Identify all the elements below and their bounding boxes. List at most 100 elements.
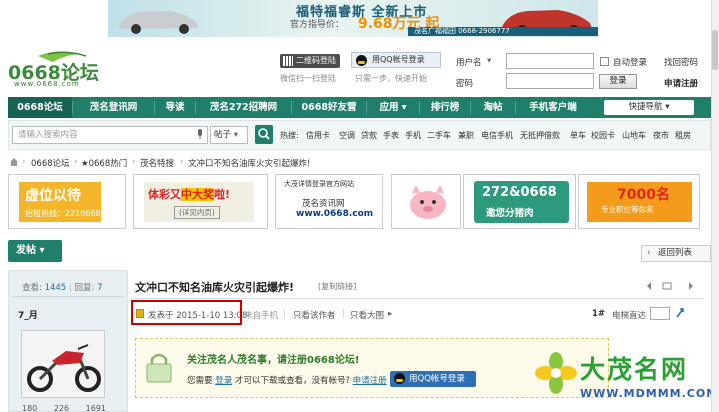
ad-lottery-title-c: 啦! bbox=[214, 188, 231, 201]
watermark-text: 大茂名网 bbox=[580, 355, 689, 384]
search-type-label: 帖子 bbox=[214, 130, 232, 140]
back-to-list-label: 返回列表 bbox=[658, 248, 693, 258]
breadcrumb-search[interactable]: 茂名特搜 bbox=[140, 157, 174, 169]
top-banner-ad[interactable]: 福特福睿斯 全新上市 官方指导价： 9.68万元 起 茂名广福福田 0668-2… bbox=[108, 0, 598, 37]
nav-item-apps[interactable]: 应用 ▾ bbox=[367, 97, 419, 118]
auto-login-label: 自动登录 bbox=[613, 58, 648, 68]
lock-icon bbox=[146, 353, 172, 383]
hot-search-item[interactable]: 手表 bbox=[383, 130, 399, 141]
hot-search-item[interactable]: 二手车 bbox=[427, 130, 451, 141]
qr-code-icon bbox=[283, 56, 293, 66]
copy-link-button[interactable]: [复制链接] bbox=[318, 281, 356, 292]
home-icon[interactable] bbox=[9, 157, 19, 166]
notice-qq-login-button[interactable]: 用QQ帐号登录 bbox=[390, 371, 476, 387]
ad-pork-title: 272&0668 bbox=[482, 185, 557, 200]
big-image-arrow-icon: ▸ bbox=[388, 309, 393, 319]
nav-item-guide[interactable]: 导读 bbox=[155, 97, 195, 118]
nav-item-jobs[interactable]: 茂名272招聘网 bbox=[196, 97, 291, 118]
qq-login-hint: 只需一步，快速开始 bbox=[355, 74, 427, 83]
microphone-icon[interactable] bbox=[197, 129, 203, 140]
nav-item-ranking[interactable]: 排行榜 bbox=[420, 97, 470, 118]
ad-maoming-url: www.0668.com bbox=[296, 209, 374, 219]
login-button[interactable]: 登录 bbox=[599, 74, 637, 89]
nav-item-friends[interactable]: 0668好友营 bbox=[292, 97, 366, 118]
notice-text-a: 您需要 bbox=[187, 376, 213, 386]
ad-slot-5[interactable]: 272&0668 邀您分猪肉 bbox=[463, 174, 576, 229]
hot-search-item[interactable]: 校园卡 bbox=[591, 130, 615, 141]
ad-slot-2[interactable]: 体彩又中大奖啦! (详见内页) bbox=[133, 174, 268, 229]
hot-search-item[interactable]: 无抵押借款 bbox=[520, 130, 560, 141]
username-label: 用户名 bbox=[456, 58, 482, 68]
search-icon bbox=[258, 128, 270, 140]
car-image bbox=[119, 11, 199, 34]
forgot-password-link[interactable]: 找回密码 bbox=[664, 56, 698, 68]
breadcrumb-hot[interactable]: ★0668热门 bbox=[81, 157, 127, 169]
watermark-url: WWW.MDMMM.COM bbox=[580, 387, 719, 400]
breadcrumb-separator: › bbox=[180, 157, 184, 167]
username-input[interactable] bbox=[506, 53, 594, 69]
qq-penguin-icon bbox=[394, 373, 405, 384]
ad-vacant-phone: 招租热线：2210668 bbox=[25, 209, 101, 218]
nav-item-mobile-client[interactable]: 手机客户端 bbox=[516, 97, 590, 118]
ad-slot-6[interactable]: 7000名 专业职位等你来 bbox=[578, 174, 700, 229]
big-image-link[interactable]: 只看大图 bbox=[350, 309, 384, 321]
search-type-select[interactable]: 帖子 ▾ bbox=[210, 126, 248, 144]
hot-search-item[interactable]: 手机 bbox=[405, 130, 421, 141]
search-input[interactable]: 请输入搜索内容 bbox=[12, 126, 208, 144]
nav-item-dengxun[interactable]: 茂名登讯网 bbox=[73, 97, 154, 118]
new-post-button[interactable]: 发帖 ▾ bbox=[8, 240, 62, 262]
arrow-left-icon bbox=[647, 282, 651, 290]
thread-title: 文冲口不知名油库火灾引起爆炸! bbox=[135, 281, 295, 294]
hot-search-item[interactable]: 空调 bbox=[339, 130, 355, 141]
author-name[interactable]: 7_月 bbox=[18, 308, 38, 321]
ad-slot-1[interactable]: 虚位以待 招租热线：2210668 bbox=[8, 174, 126, 229]
qr-login-label: 二维码登陆 bbox=[296, 56, 336, 65]
hot-search-item[interactable]: 电信手机 bbox=[481, 130, 513, 141]
breadcrumb-separator: › bbox=[22, 157, 26, 167]
back-to-list-button[interactable]: ‹ 返回列表 bbox=[641, 245, 711, 262]
hot-search-item[interactable]: 贷款 bbox=[361, 130, 377, 141]
qq-login-button[interactable]: 用QQ帐号登录 bbox=[351, 52, 441, 68]
notice-login-link[interactable]: 登录 bbox=[215, 376, 232, 386]
password-input[interactable] bbox=[506, 73, 594, 89]
scrollbar-thumb[interactable] bbox=[712, 30, 718, 70]
hot-search-item[interactable]: 租房 bbox=[675, 130, 691, 141]
hot-search-item[interactable]: 单车 bbox=[570, 130, 586, 141]
ad-maoming-line2: 茂名资讯网 bbox=[302, 199, 345, 209]
notice-qq-login-label: 用QQ帐号登录 bbox=[409, 374, 465, 384]
quick-nav-dropdown[interactable]: 快捷导航 ▾ bbox=[604, 100, 694, 115]
top-ad-strip: 茂名广福福田 0668-2906777 bbox=[408, 27, 598, 36]
breadcrumb-separator: › bbox=[132, 157, 136, 167]
floor-jump-label: 电梯直达 bbox=[612, 311, 647, 321]
author-stat: 226 bbox=[53, 404, 70, 412]
qr-login-button[interactable]: 二维码登陆 bbox=[280, 54, 340, 68]
author-stat: 1691 bbox=[85, 404, 107, 412]
ad-slot-3[interactable]: 大茂详情登录官方网站 茂名资讯网 www.0668.com bbox=[275, 174, 383, 229]
hot-search-item[interactable]: 信用卡 bbox=[306, 130, 330, 141]
username-dropdown-icon[interactable]: ▾ bbox=[487, 56, 491, 66]
only-author-link[interactable]: 只看该作者 bbox=[293, 309, 336, 321]
nav-item-taotie[interactable]: 淘帖 bbox=[471, 97, 515, 118]
avatar[interactable] bbox=[21, 330, 105, 398]
meta-divider: | bbox=[342, 309, 345, 319]
ad-pork: 272&0668 邀您分猪肉 bbox=[474, 181, 569, 223]
back-arrow-icon: ‹ bbox=[647, 248, 651, 258]
breadcrumb-current[interactable]: 文冲口不知名油库火灾引起爆炸! bbox=[188, 157, 310, 169]
notice-register-link[interactable]: 申请注册 bbox=[353, 376, 387, 386]
logo-domain: www.0668.com bbox=[14, 80, 80, 88]
nav-item-home[interactable]: 0668论坛 bbox=[8, 97, 72, 118]
floor-jump-input[interactable] bbox=[650, 307, 670, 320]
hot-search-label: 热搜: bbox=[280, 131, 299, 140]
auto-login-checkbox[interactable] bbox=[600, 57, 609, 66]
register-link[interactable]: 申请注册 bbox=[664, 77, 698, 89]
hot-search-item[interactable]: 夜市 bbox=[653, 130, 669, 141]
jump-go-icon[interactable] bbox=[675, 307, 685, 319]
motorcycle-avatar-image bbox=[22, 331, 104, 397]
search-button[interactable] bbox=[255, 125, 273, 144]
cartoon-pig-image bbox=[410, 185, 446, 219]
hot-search-item[interactable]: 山地车 bbox=[622, 130, 646, 141]
breadcrumb-forum[interactable]: 0668论坛 bbox=[31, 157, 70, 169]
author-stats: 180 226 1691 bbox=[22, 404, 106, 412]
hot-search-item[interactable]: 兼职 bbox=[458, 130, 474, 141]
ad-slot-4[interactable] bbox=[391, 174, 461, 229]
